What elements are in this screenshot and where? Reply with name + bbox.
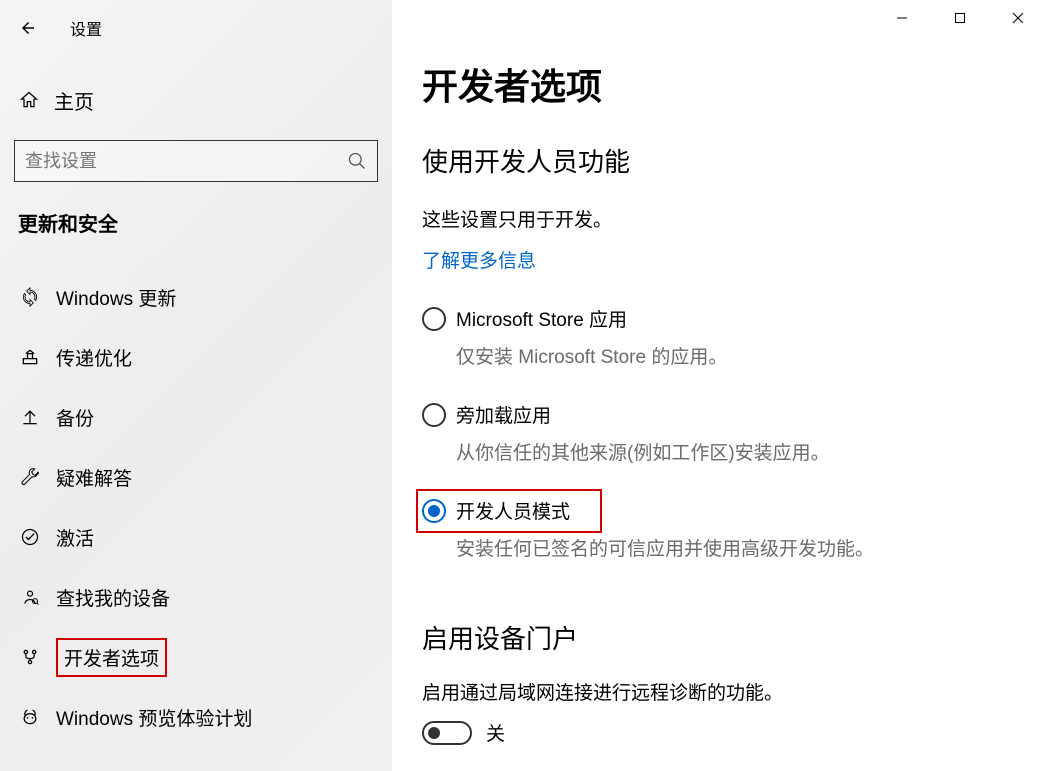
category-header: 更新和安全 [18,208,392,237]
nav-label: 传递优化 [56,344,132,371]
backup-icon [18,405,42,429]
search-icon [347,151,367,171]
section-device-portal-title: 启用设备门户 [422,619,1047,656]
minimize-icon [896,12,908,24]
sidebar-item-windows-update[interactable]: Windows 更新 [0,267,392,327]
sync-icon [18,285,42,309]
search-box[interactable] [14,140,378,182]
close-icon [1012,12,1024,24]
radio-icon [422,499,446,523]
radio-store-apps[interactable]: Microsoft Store 应用 仅安装 Microsoft Store 的… [422,301,1047,391]
nav-list: Windows 更新 传递优化 备份 疑难解答 激活 查找我的设备 开发者选项 [0,267,392,747]
find-device-icon [18,585,42,609]
radio-icon [422,307,446,331]
arrow-left-icon [19,19,37,37]
radio-description: 从你信任的其他来源(例如工作区)安装应用。 [456,438,830,465]
learn-more-link[interactable]: 了解更多信息 [422,246,536,273]
sidebar: 设置 主页 更新和安全 Windows 更新 传递优化 备份 疑难解答 [0,0,392,771]
sidebar-home[interactable]: 主页 [0,78,392,122]
sidebar-item-find-device[interactable]: 查找我的设备 [0,567,392,627]
nav-label: 疑难解答 [56,464,132,491]
insider-icon [18,705,42,729]
device-portal-toggle[interactable] [422,721,472,745]
nav-label: 开发者选项 [56,638,167,677]
sidebar-item-activation[interactable]: 激活 [0,507,392,567]
sidebar-item-insider[interactable]: Windows 预览体验计划 [0,687,392,747]
sidebar-item-developer[interactable]: 开发者选项 [0,627,392,687]
sidebar-item-delivery-optimization[interactable]: 传递优化 [0,327,392,387]
portal-description: 启用通过局域网连接进行远程诊断的功能。 [422,678,1047,705]
nav-label: 备份 [56,404,94,431]
radio-label: Microsoft Store 应用 [456,305,727,332]
toggle-label: 关 [486,719,505,746]
radio-description: 仅安装 Microsoft Store 的应用。 [456,342,727,369]
radio-icon [422,403,446,427]
back-button[interactable] [14,14,42,42]
device-portal-toggle-row: 关 [422,719,1047,746]
radio-sideload[interactable]: 旁加载应用 从你信任的其他来源(例如工作区)安装应用。 [422,397,1047,487]
radio-description: 安装任何已签名的可信应用并使用高级开发功能。 [456,534,874,561]
home-label: 主页 [54,86,94,115]
main-content: 开发者选项 使用开发人员功能 这些设置只用于开发。 了解更多信息 Microso… [392,0,1047,771]
app-title: 设置 [70,16,102,40]
maximize-button[interactable] [931,0,989,36]
maximize-icon [954,12,966,24]
nav-label: 激活 [56,524,94,551]
radio-developer-mode[interactable]: 开发人员模式 安装任何已签名的可信应用并使用高级开发功能。 [422,493,1047,583]
home-icon [18,90,40,110]
close-button[interactable] [989,0,1047,36]
developer-icon [18,645,42,669]
section-description: 这些设置只用于开发。 [422,205,1047,232]
delivery-icon [18,345,42,369]
sidebar-item-backup[interactable]: 备份 [0,387,392,447]
titlebar-left: 设置 [0,8,392,44]
nav-label: Windows 预览体验计划 [56,704,252,731]
section-developer-features-title: 使用开发人员功能 [422,142,1047,179]
page-title: 开发者选项 [422,58,1047,110]
radio-label: 开发人员模式 [456,497,874,524]
developer-mode-radio-group: Microsoft Store 应用 仅安装 Microsoft Store 的… [422,301,1047,583]
window-controls [873,0,1047,36]
minimize-button[interactable] [873,0,931,36]
wrench-icon [18,465,42,489]
nav-label: 查找我的设备 [56,584,170,611]
radio-label: 旁加载应用 [456,401,830,428]
nav-label: Windows 更新 [56,284,176,311]
sidebar-item-troubleshoot[interactable]: 疑难解答 [0,447,392,507]
search-input[interactable] [25,151,347,172]
check-circle-icon [18,525,42,549]
